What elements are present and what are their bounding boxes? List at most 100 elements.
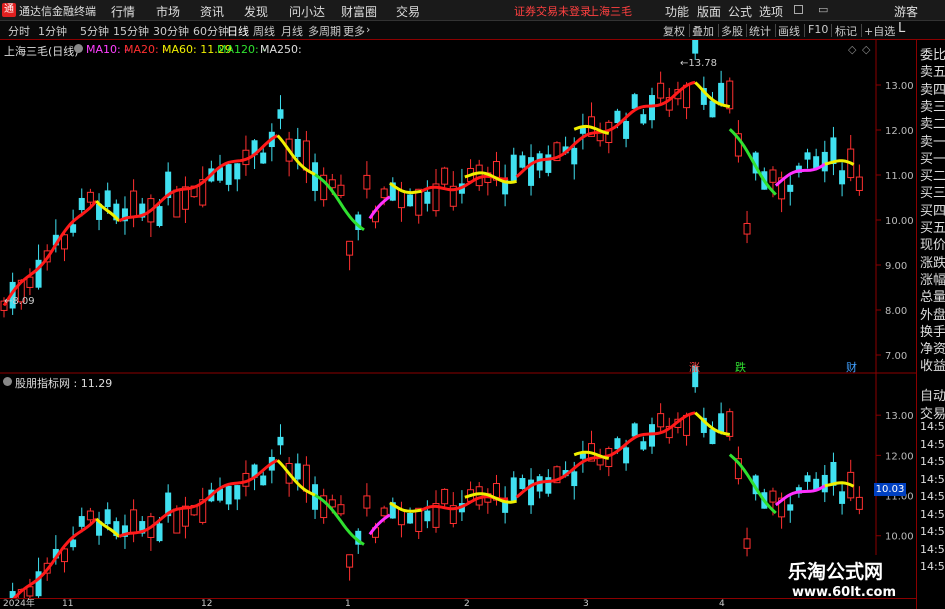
tab-multi-period[interactable]: 多周期 <box>308 23 341 39</box>
minimize-icon[interactable]: ▭ <box>818 3 828 16</box>
tick-time: 14:56 <box>920 525 945 538</box>
quote-field-label: 净资 <box>920 342 945 358</box>
candle-body <box>631 94 638 109</box>
tab-5min[interactable]: 5分钟 <box>80 23 109 39</box>
menu-item-discover[interactable]: 发现 <box>244 3 268 20</box>
menu-item-quotes[interactable]: 行情 <box>111 3 135 20</box>
candle-body <box>839 491 846 504</box>
tab-daily[interactable]: 日线 <box>227 23 249 39</box>
candle-body <box>510 154 517 181</box>
candle-body <box>640 114 647 124</box>
guest-label[interactable]: 游客 <box>894 3 918 20</box>
stats-button[interactable]: 统计 <box>749 23 771 39</box>
candle-body <box>839 170 846 185</box>
candle-body <box>407 512 414 524</box>
divider <box>804 24 805 37</box>
y-tick-label: 8.00 <box>885 306 907 317</box>
candle-body <box>571 147 578 165</box>
tab-timeshare[interactable]: 分时 <box>8 23 30 39</box>
quote-field-label: 总量 <box>920 290 945 306</box>
date-label: 2 <box>464 599 470 609</box>
menu-bar: 通 通达信金融终端 行情 市场 资讯 发现 问小达 财富圈 交易 证券交易未登录… <box>0 0 945 21</box>
ma-line-yellow <box>824 159 855 166</box>
diamond-icon[interactable]: ◇ <box>848 43 856 56</box>
candle-body <box>821 474 828 493</box>
candle-body <box>787 504 794 511</box>
candle-body <box>277 109 284 119</box>
candle-body <box>804 152 811 160</box>
menu-item-news[interactable]: 资讯 <box>200 3 224 20</box>
expand-icon[interactable]: ◇ <box>862 43 870 56</box>
tab-60min[interactable]: 60分钟 <box>193 23 229 39</box>
add-watchlist-button[interactable]: +自选 <box>864 23 895 39</box>
candle-body <box>787 184 794 192</box>
fall-marker[interactable]: 跌 <box>735 359 746 375</box>
quote-field-label: 换手 <box>920 324 945 340</box>
overlay-button[interactable]: 叠加 <box>692 23 714 39</box>
menu-item-layout[interactable]: 版面 <box>697 3 721 20</box>
candle-body <box>571 471 578 487</box>
candle-body <box>804 475 811 482</box>
mark-button[interactable]: 标记 <box>835 23 857 39</box>
candle-body <box>623 121 630 139</box>
kline-chart[interactable]: 13.00 12.00 11.00 10.00 9.00 8.00 7.00 13.00 12… <box>0 28 916 609</box>
candle-body <box>545 477 552 494</box>
candle-body <box>380 188 388 199</box>
draw-line-button[interactable]: 画线 <box>778 23 800 39</box>
menu-item-wealth[interactable]: 财富圈 <box>341 3 377 20</box>
tab-1min[interactable]: 1分钟 <box>38 23 67 39</box>
tab-weekly[interactable]: 周线 <box>253 23 275 39</box>
tab-monthly[interactable]: 月线 <box>281 23 303 39</box>
candle-body <box>640 441 647 450</box>
tab-30min[interactable]: 30分钟 <box>153 23 189 39</box>
candle-body <box>363 495 371 509</box>
candle-body <box>234 163 241 180</box>
date-label: 12 <box>201 599 213 609</box>
menu-item-trade[interactable]: 交易 <box>396 3 420 20</box>
candle-body <box>346 240 354 256</box>
sub-settings-icon[interactable] <box>3 377 12 386</box>
auto-trade-label[interactable]: 交易 <box>920 403 945 422</box>
menu-item-formula[interactable]: 公式 <box>728 3 752 20</box>
finance-marker[interactable]: 财 <box>846 359 857 375</box>
ma250-label: MA250: <box>260 43 302 56</box>
candle-body <box>821 151 828 172</box>
app-title: 通达信金融终端 <box>19 5 96 18</box>
f10-button[interactable]: F10 <box>808 23 828 36</box>
tick-time: 14:56 <box>920 455 945 468</box>
candle-body <box>78 197 85 211</box>
quote-field-label: 买二 <box>920 169 945 185</box>
window-restore-icon[interactable] <box>794 5 803 14</box>
candle-body <box>709 429 716 445</box>
candle-body <box>649 95 655 121</box>
L-mark-icon[interactable]: L <box>898 21 905 36</box>
chevron-right-icon[interactable]: › <box>366 23 370 36</box>
candle-body <box>657 82 665 99</box>
auto-trade-label[interactable]: 自动 <box>920 385 945 404</box>
multi-stock-button[interactable]: 多股 <box>721 23 743 39</box>
quote-field-label: 买一 <box>920 151 945 167</box>
rise-marker[interactable]: 涨 <box>689 359 700 375</box>
chart-canvas[interactable]: 13.0012.0011.0010.009.008.007.00 13.0012… <box>0 28 916 609</box>
y-tick-label: 10.00 <box>885 532 914 543</box>
candle-body <box>769 169 777 183</box>
settings-icon[interactable] <box>74 44 83 53</box>
quote-field-label: 买五 <box>920 221 945 236</box>
candle-body <box>260 475 267 486</box>
divider <box>861 24 862 37</box>
menu-item-options[interactable]: 选项 <box>759 3 783 20</box>
candle-body <box>614 110 621 124</box>
tick-time: 14:56 <box>920 437 945 451</box>
login-notice[interactable]: 证券交易未登录 <box>514 3 591 19</box>
y-tick-label: 7.00 <box>885 351 907 362</box>
menu-item-ask[interactable]: 问小达 <box>289 3 325 20</box>
tab-15min[interactable]: 15分钟 <box>113 23 149 39</box>
menu-item-function[interactable]: 功能 <box>665 3 689 20</box>
tab-more[interactable]: 更多 <box>343 23 365 39</box>
candle-body <box>397 190 405 209</box>
candle-body <box>657 413 665 428</box>
adjust-button[interactable]: 复权 <box>663 23 685 39</box>
candle-body <box>86 510 94 521</box>
menu-item-market[interactable]: 市场 <box>156 3 180 20</box>
candle-body <box>441 167 449 185</box>
